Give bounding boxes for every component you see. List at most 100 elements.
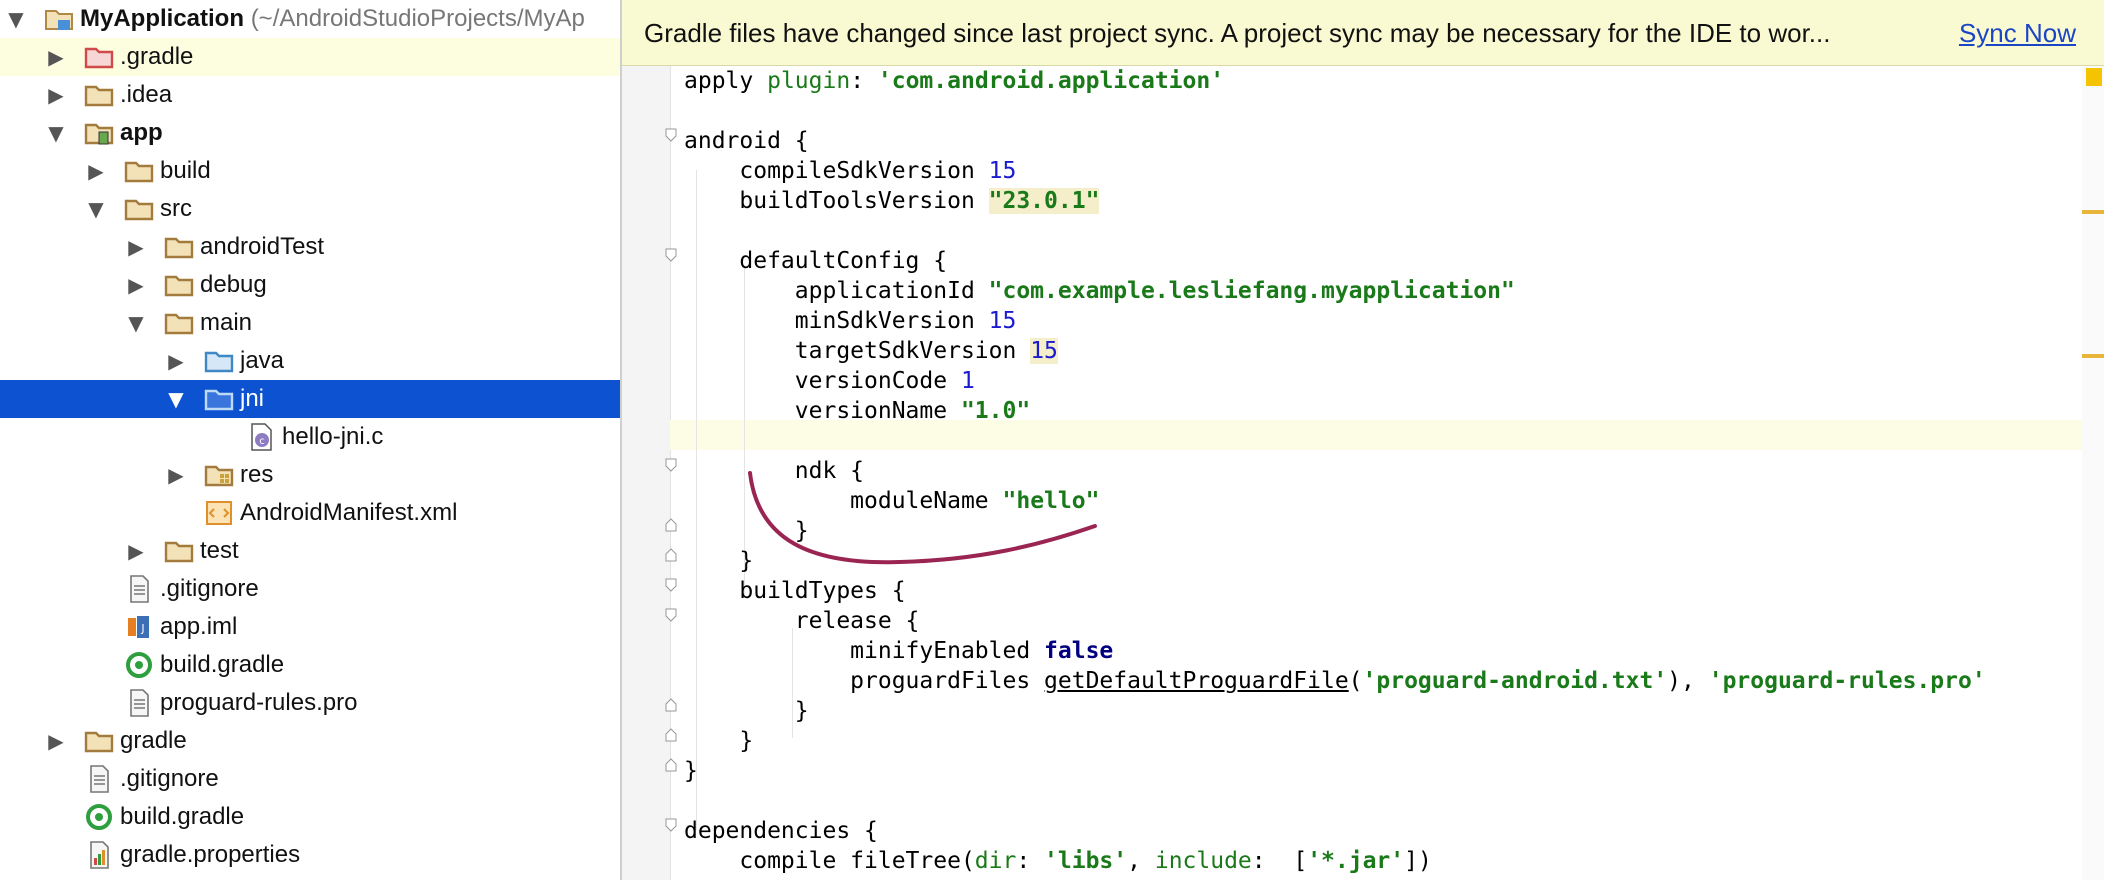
tree-item-label[interactable]: .gitignore <box>160 570 259 608</box>
code-line-5[interactable]: buildToolsVersion "23.0.1" <box>684 186 1100 216</box>
tree-row-src[interactable]: ▼ src <box>0 190 620 228</box>
project-tree-panel[interactable]: ▼ MyApplication (~/AndroidStudioProjects… <box>0 0 622 880</box>
expand-right-icon[interactable]: ▶ <box>124 271 148 299</box>
tree-item-label[interactable]: hello-jni.c <box>282 418 383 456</box>
tree-row-root-gitignore[interactable]: .gitignore <box>0 760 620 798</box>
expand-down-icon[interactable]: ▼ <box>84 195 108 223</box>
fold-open-icon[interactable] <box>665 248 677 262</box>
tree-row-proguard[interactable]: proguard-rules.pro <box>0 684 620 722</box>
tree-item-label[interactable]: app.iml <box>160 608 237 646</box>
error-stripe-marker[interactable] <box>2082 210 2104 214</box>
code-line-22[interactable]: } <box>684 696 809 726</box>
expand-right-icon[interactable]: ▶ <box>124 537 148 565</box>
tree-row-app-iml[interactable]: J app.iml <box>0 608 620 646</box>
code-line-9[interactable]: minSdkVersion 15 <box>684 306 1017 336</box>
tree-item-label[interactable]: debug <box>200 266 267 304</box>
fold-close-icon[interactable] <box>665 758 677 772</box>
expand-down-icon[interactable]: ▼ <box>44 119 68 147</box>
code-line-27[interactable]: compile fileTree(dir: 'libs', include: [… <box>684 846 1431 876</box>
fold-close-icon[interactable] <box>665 728 677 742</box>
code-line-12[interactable]: versionName "1.0" <box>684 396 1030 426</box>
code-line-17[interactable]: } <box>684 546 753 576</box>
tree-row-main[interactable]: ▼ main <box>0 304 620 342</box>
code-editor[interactable]: apply plugin: 'com.android.application' … <box>622 66 2104 880</box>
tree-row-app-build-gradle[interactable]: build.gradle <box>0 646 620 684</box>
tree-item-label[interactable]: .gitignore <box>120 760 219 798</box>
tree-row-test[interactable]: ▶ test <box>0 532 620 570</box>
tree-row-app[interactable]: ▼ app <box>0 114 620 152</box>
tree-row-root[interactable]: ▼ MyApplication (~/AndroidStudioProjects… <box>0 0 620 38</box>
tree-row-res[interactable]: ▶ res <box>0 456 620 494</box>
code-line-4[interactable]: compileSdkVersion 15 <box>684 156 1016 186</box>
tree-item-label[interactable]: app <box>120 114 163 152</box>
expand-right-icon[interactable]: ▶ <box>124 233 148 261</box>
code-line-16[interactable]: } <box>684 516 809 546</box>
tree-row-gradle-dir[interactable]: ▶ .gradle <box>0 38 620 76</box>
tree-row-androidtest[interactable]: ▶ androidTest <box>0 228 620 266</box>
error-stripe-marker[interactable] <box>2082 354 2104 358</box>
fold-close-icon[interactable] <box>665 518 677 532</box>
code-line-26[interactable]: dependencies { <box>684 816 878 846</box>
tree-item-label[interactable]: main <box>200 304 252 342</box>
tree-row-hello-jni[interactable]: c hello-jni.c <box>0 418 620 456</box>
fold-open-icon[interactable] <box>665 578 677 592</box>
tree-item-label[interactable]: gradle.properties <box>120 836 300 874</box>
tree-row-gradle-properties[interactable]: gradle.properties <box>0 836 620 874</box>
code-line-3[interactable]: android { <box>684 126 809 156</box>
expand-right-icon[interactable]: ▶ <box>84 157 108 185</box>
tree-item-label[interactable]: test <box>200 532 239 570</box>
code-line-21[interactable]: proguardFiles getDefaultProguardFile('pr… <box>684 666 1986 696</box>
tree-item-label[interactable]: java <box>240 342 284 380</box>
code-line-11[interactable]: versionCode 1 <box>684 366 975 396</box>
tree-item-label[interactable]: androidTest <box>200 228 324 266</box>
tree-row-debug[interactable]: ▶ debug <box>0 266 620 304</box>
code-line-7[interactable]: defaultConfig { <box>684 246 947 276</box>
tree-item-label[interactable]: build.gradle <box>120 798 244 836</box>
tree-row-jni-selected[interactable]: ▼ jni <box>0 380 620 418</box>
code-line-1[interactable]: apply plugin: 'com.android.application' <box>684 66 1224 96</box>
fold-open-icon[interactable] <box>665 818 677 832</box>
code-line-23[interactable]: } <box>684 726 753 756</box>
tree-item-label[interactable]: build.gradle <box>160 646 284 684</box>
tree-row-manifest[interactable]: AndroidManifest.xml <box>0 494 620 532</box>
expand-right-icon[interactable]: ▶ <box>164 461 188 489</box>
tree-item-label[interactable]: jni <box>240 380 264 418</box>
tree-row-idea[interactable]: ▶ .idea <box>0 76 620 114</box>
tree-item-label[interactable]: build <box>160 152 211 190</box>
code-line-15[interactable]: moduleName "hello" <box>684 486 1099 516</box>
tree-item-label[interactable]: gradle <box>120 722 187 760</box>
code-line-14[interactable]: ndk { <box>684 456 864 486</box>
fold-close-icon[interactable] <box>665 698 677 712</box>
expand-down-icon[interactable]: ▼ <box>4 5 28 33</box>
code-line-20[interactable]: minifyEnabled false <box>684 636 1113 666</box>
fold-open-icon[interactable] <box>665 608 677 622</box>
expand-right-icon[interactable]: ▶ <box>44 727 68 755</box>
tree-row-app-gitignore[interactable]: .gitignore <box>0 570 620 608</box>
code-line-24[interactable]: } <box>684 756 698 786</box>
tree-item-label[interactable]: proguard-rules.pro <box>160 684 357 722</box>
expand-down-icon[interactable]: ▼ <box>164 385 188 413</box>
tree-item-label[interactable]: AndroidManifest.xml <box>240 494 457 532</box>
tree-row-gradle[interactable]: ▶ gradle <box>0 722 620 760</box>
fold-open-icon[interactable] <box>665 458 677 472</box>
tree-item-label[interactable]: .idea <box>120 76 172 114</box>
editor-gutter[interactable] <box>622 66 671 880</box>
code-line-18[interactable]: buildTypes { <box>684 576 905 606</box>
warning-status-icon[interactable] <box>2086 68 2102 86</box>
expand-right-icon[interactable]: ▶ <box>44 81 68 109</box>
code-line-8[interactable]: applicationId "com.example.lesliefang.my… <box>684 276 1515 306</box>
expand-right-icon[interactable]: ▶ <box>44 43 68 71</box>
fold-open-icon[interactable] <box>665 128 677 142</box>
fold-close-icon[interactable] <box>665 548 677 562</box>
tree-row-build[interactable]: ▶ build <box>0 152 620 190</box>
expand-down-icon[interactable]: ▼ <box>124 309 148 337</box>
editor-scrollbar[interactable] <box>2082 66 2104 880</box>
code-line-19[interactable]: release { <box>684 606 920 636</box>
tree-item-label[interactable]: res <box>240 456 273 494</box>
code-line-10[interactable]: targetSdkVersion 15 <box>684 336 1058 366</box>
tree-row-java[interactable]: ▶ java <box>0 342 620 380</box>
expand-right-icon[interactable]: ▶ <box>164 347 188 375</box>
project-root-label[interactable]: MyApplication (~/AndroidStudioProjects/M… <box>80 0 585 38</box>
tree-item-label[interactable]: .gradle <box>120 38 193 76</box>
tree-item-label[interactable]: src <box>160 190 192 228</box>
